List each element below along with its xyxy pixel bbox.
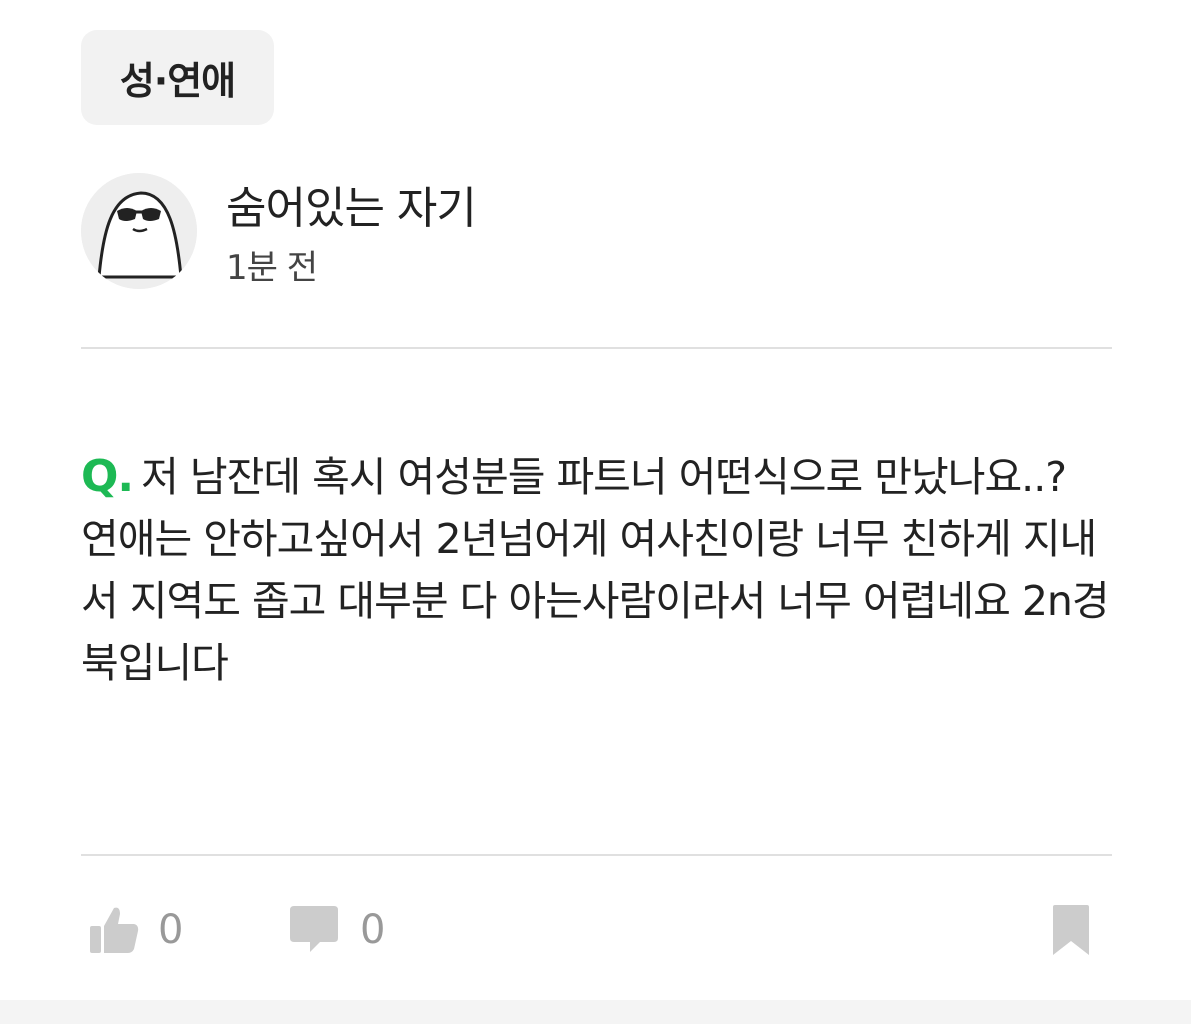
like-count: 0 <box>158 907 184 953</box>
comment-button[interactable]: 0 <box>286 900 385 960</box>
ghost-sunglasses-icon <box>81 173 197 289</box>
thumbs-up-icon <box>90 907 139 953</box>
like-button[interactable]: 0 <box>88 900 183 960</box>
author-avatar[interactable] <box>81 173 197 289</box>
divider <box>81 347 1112 349</box>
question-content: Q. 저 남잔데 혹시 여성분들 파트너 어떤식으로 만났나요..? 연애는 안하… <box>81 446 1121 694</box>
category-chip[interactable]: 성·연애 <box>81 30 274 125</box>
question-marker: Q. <box>81 451 134 502</box>
comment-count: 0 <box>360 907 386 953</box>
post-page: 성·연애 숨어있는 자기 1분 전 Q. 저 남잔데 혹시 여성분들 파트너 어떤… <box>0 0 1191 1024</box>
post-actions: 0 0 <box>81 900 1112 960</box>
footer-bar <box>0 1000 1191 1024</box>
bookmark-icon <box>1053 905 1089 955</box>
speech-bubble-icon <box>290 906 338 952</box>
post-timestamp: 1분 전 <box>226 248 318 288</box>
divider <box>81 854 1112 856</box>
question-text: 저 남잔데 혹시 여성분들 파트너 어떤식으로 만났나요..? 연애는 안하고싶… <box>81 453 1110 687</box>
category-label: 성·연애 <box>119 59 236 103</box>
author-name[interactable]: 숨어있는 자기 <box>226 172 477 236</box>
bookmark-button[interactable] <box>1049 900 1093 960</box>
